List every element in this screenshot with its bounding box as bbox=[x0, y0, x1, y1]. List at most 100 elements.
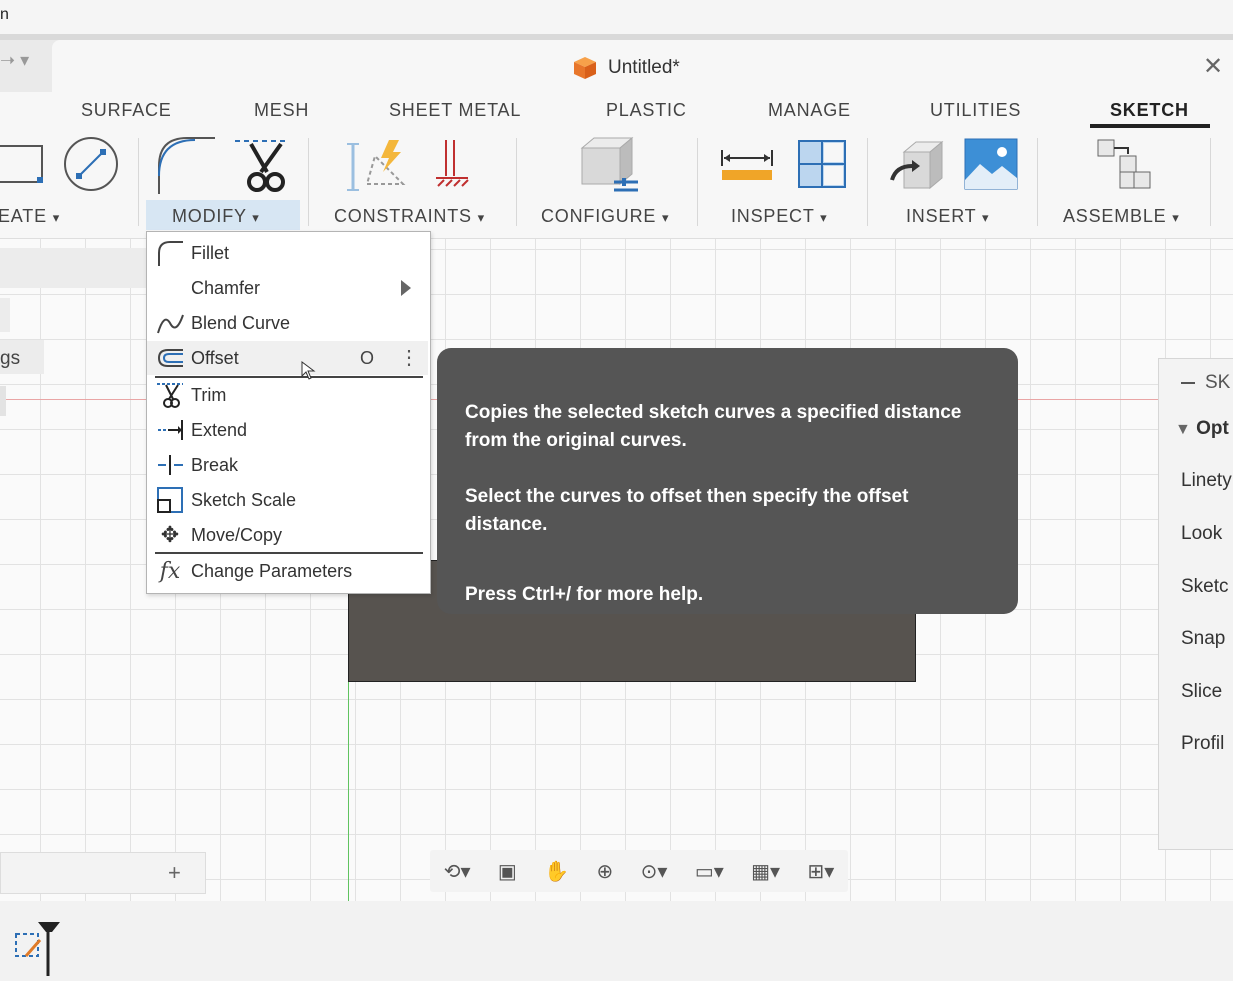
menu-item-change-parameters[interactable]: fx Change Parameters bbox=[147, 554, 428, 588]
menu-item-label: Chamfer bbox=[191, 277, 261, 298]
constraint-tool-icon[interactable] bbox=[345, 138, 407, 192]
menu-item-label: Break bbox=[191, 454, 239, 475]
menu-item-offset[interactable]: Offset O ⋮ bbox=[147, 341, 428, 375]
navigation-bar: ⟲▾ ▣ ✋ ⊕ ⊙▾ ▭▾ ▦▾ ⊞▾ bbox=[430, 850, 848, 892]
options-section[interactable]: ▼ Opt bbox=[1175, 418, 1229, 440]
top-char: n bbox=[0, 6, 9, 23]
mouse-cursor-icon bbox=[301, 361, 316, 380]
ribbon-separator bbox=[1210, 138, 1211, 226]
configure-tool-icon[interactable] bbox=[578, 136, 640, 194]
sketch-timeline-icon[interactable] bbox=[12, 922, 62, 978]
configure-group-label[interactable]: CONFIGURE ▾ bbox=[541, 206, 669, 227]
menu-item-trim[interactable]: Trim bbox=[147, 378, 428, 412]
tab-sheet-metal[interactable]: SHEET METAL bbox=[389, 100, 521, 121]
zoom-icon[interactable]: ⊕ bbox=[596, 859, 613, 884]
tab-sketch[interactable]: SKETCH bbox=[1110, 100, 1189, 121]
more-options-icon[interactable]: ⋮ bbox=[399, 341, 419, 375]
ribbon-separator bbox=[867, 138, 868, 226]
assemble-joint-icon[interactable] bbox=[1096, 138, 1154, 192]
insert-group-label[interactable]: INSERT ▾ bbox=[906, 206, 989, 227]
constraints-group-label[interactable]: CONSTRAINTS ▾ bbox=[334, 206, 485, 227]
fx-icon: fx bbox=[159, 558, 181, 584]
add-comment-button[interactable]: + bbox=[168, 860, 181, 886]
expand-triangle-icon: ▼ bbox=[1175, 421, 1191, 438]
fillet-tool-icon[interactable] bbox=[155, 136, 217, 196]
pan-icon[interactable]: ✋ bbox=[544, 859, 569, 884]
ribbon-separator bbox=[308, 138, 309, 226]
tab-manage[interactable]: MANAGE bbox=[768, 100, 851, 121]
tooltip-description: Copies the selected sketch curves a spec… bbox=[465, 402, 962, 451]
tooltip-instructions: Select the curves to offset then specify… bbox=[465, 486, 909, 535]
menu-item-move-copy[interactable]: ✥ Move/Copy bbox=[147, 518, 428, 552]
browser-panel-row[interactable] bbox=[0, 298, 10, 332]
menu-item-label: Blend Curve bbox=[191, 312, 291, 333]
create-group-label[interactable]: EATE ▾ bbox=[0, 206, 60, 227]
menu-item-chamfer[interactable]: Chamfer bbox=[147, 271, 428, 305]
history-arrows[interactable]: ➝ ▾ bbox=[0, 50, 29, 71]
tab-mesh[interactable]: MESH bbox=[254, 100, 309, 121]
circle-tool-icon[interactable] bbox=[63, 136, 119, 192]
ribbon-separator bbox=[697, 138, 698, 226]
menu-item-extend[interactable]: Extend bbox=[147, 413, 428, 447]
palette-row-slice[interactable]: Slice bbox=[1181, 681, 1222, 703]
app-cube-icon bbox=[574, 57, 596, 79]
tab-utilities[interactable]: UTILITIES bbox=[930, 100, 1021, 121]
menu-item-label: Move/Copy bbox=[191, 524, 283, 545]
menu-item-label: Extend bbox=[191, 419, 248, 440]
menu-item-label: Sketch Scale bbox=[191, 489, 297, 510]
browser-panel-header bbox=[0, 248, 150, 288]
orbit-icon[interactable]: ⟲▾ bbox=[444, 859, 471, 884]
document-title: Untitled* bbox=[572, 55, 680, 81]
measure-tool-icon[interactable] bbox=[720, 148, 774, 182]
modify-group-label[interactable]: MODIFY ▾ bbox=[172, 206, 260, 227]
grid-settings-icon[interactable]: ▦▾ bbox=[751, 859, 780, 884]
rectangle-tool-icon[interactable] bbox=[0, 143, 46, 187]
ribbon-separator bbox=[1037, 138, 1038, 226]
fit-icon[interactable]: ⊙▾ bbox=[641, 859, 668, 884]
blend-curve-icon bbox=[155, 308, 185, 338]
document-title-text: Untitled* bbox=[608, 57, 680, 78]
modify-dropdown-menu: Fillet Chamfer Blend Curve Offset O ⋮ Tr… bbox=[146, 231, 431, 594]
offset-icon bbox=[155, 343, 185, 373]
menu-item-fillet[interactable]: Fillet bbox=[147, 236, 428, 270]
menu-item-sketch-scale[interactable]: Sketch Scale bbox=[147, 483, 428, 517]
trim-icon bbox=[155, 380, 185, 410]
inspect-group-label[interactable]: INSPECT ▾ bbox=[731, 206, 827, 227]
top-strip: n bbox=[0, 0, 1233, 34]
shortcut-key: O bbox=[360, 348, 375, 368]
tab-surface[interactable]: SURFACE bbox=[81, 100, 172, 121]
assemble-group-label[interactable]: ASSEMBLE ▾ bbox=[1063, 206, 1180, 227]
dimension-tool-icon[interactable] bbox=[432, 138, 472, 192]
extend-icon bbox=[155, 415, 185, 445]
menu-item-label: Offset bbox=[191, 347, 239, 368]
timeline-bar bbox=[0, 901, 1233, 981]
tooltip-help-hint: Press Ctrl+/ for more help. bbox=[465, 584, 704, 605]
menu-item-break[interactable]: Break bbox=[147, 448, 428, 482]
section-analysis-icon[interactable] bbox=[796, 138, 848, 190]
menu-item-blend-curve[interactable]: Blend Curve bbox=[147, 306, 428, 340]
insert-canvas-icon[interactable] bbox=[964, 138, 1018, 190]
insert-derive-icon[interactable] bbox=[890, 140, 946, 192]
tab-plastic[interactable]: PLASTIC bbox=[606, 100, 687, 121]
browser-panel-row[interactable] bbox=[0, 386, 6, 416]
look-at-icon[interactable]: ▣ bbox=[498, 859, 517, 884]
sketch-palette-header[interactable]: SK bbox=[1181, 372, 1230, 394]
break-icon bbox=[155, 450, 185, 480]
ribbon-separator bbox=[138, 138, 139, 226]
palette-row-sketch-grid[interactable]: Sketc bbox=[1181, 576, 1229, 598]
palette-row-profile[interactable]: Profil bbox=[1181, 733, 1224, 755]
palette-row-look-at[interactable]: Look bbox=[1181, 523, 1222, 545]
display-settings-icon[interactable]: ▭▾ bbox=[695, 859, 724, 884]
menu-item-label: Fillet bbox=[191, 242, 230, 263]
palette-row-linetype[interactable]: Linety bbox=[1181, 470, 1232, 492]
trim-tool-icon[interactable] bbox=[233, 138, 291, 194]
viewports-icon[interactable]: ⊞▾ bbox=[807, 859, 834, 884]
close-icon[interactable]: ✕ bbox=[1203, 52, 1223, 81]
fillet-icon bbox=[155, 238, 185, 268]
sketch-scale-icon bbox=[155, 485, 185, 515]
submenu-arrow-icon bbox=[401, 280, 411, 296]
move-icon: ✥ bbox=[160, 522, 180, 547]
ribbon-separator bbox=[516, 138, 517, 226]
palette-row-snap[interactable]: Snap bbox=[1181, 628, 1225, 650]
active-tab-underline bbox=[1090, 124, 1210, 128]
